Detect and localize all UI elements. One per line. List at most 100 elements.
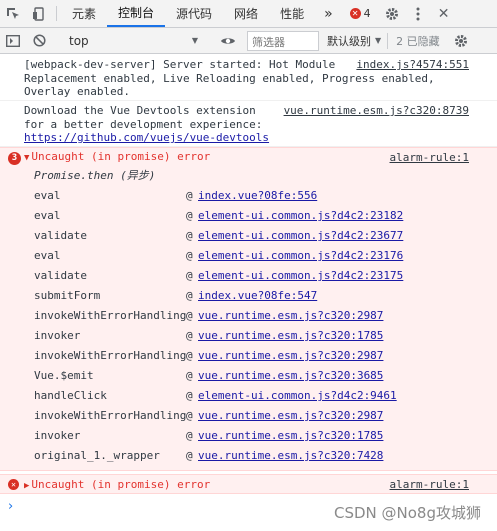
stack-frame: original_1._wrapper @ vue.runtime.esm.js?c… [24, 446, 469, 466]
error-source-link[interactable]: alarm-rule:1 [390, 478, 469, 492]
error-title: Uncaught (in promise) error [31, 478, 211, 491]
at-sign: @ [186, 209, 193, 223]
stack-frame-function: submitForm [34, 289, 101, 303]
stack-frame-function: original_1._wrapper [34, 449, 160, 463]
error-icon: ✕ [8, 479, 19, 490]
stack-frame-location-link[interactable]: element-ui.common.js?d4c2:9461 [198, 389, 397, 403]
stack-frame-location-link[interactable]: vue.runtime.esm.js?c320:1785 [198, 429, 383, 443]
devtools-tab-bar: 元素 控制台 源代码 网络 性能 » ✕ 4 ✕ [0, 0, 497, 28]
stack-frame: invokeWithErrorHandling @ vue.runtime.esm.… [24, 306, 469, 326]
stack-frame: Vue.$emit @ vue.runtime.esm.js?c320:3685 [24, 366, 469, 386]
tab-performance[interactable]: 性能 [269, 0, 315, 27]
stack-frame: handleClick @ element-ui.common.js?d4c2:94… [24, 386, 469, 406]
at-sign: @ [186, 349, 193, 363]
stack-frame-function: validate [34, 269, 87, 283]
sidebar-toggle-icon[interactable] [0, 34, 26, 47]
stack-frame: validate @ element-ui.common.js?d4c2:23175 [24, 266, 469, 286]
log-level-dropdown[interactable]: 默认级别 ▼ [319, 33, 387, 49]
at-sign: @ [186, 249, 193, 263]
error-title: Uncaught (in promise) error [31, 150, 211, 163]
at-sign: @ [186, 289, 193, 303]
tab-elements[interactable]: 元素 [61, 0, 107, 27]
log-source-link[interactable]: vue.runtime.esm.js?c320:8739 [284, 104, 469, 118]
collapse-triangle-icon[interactable]: ▶ [24, 481, 29, 491]
stack-frame-location-link[interactable]: vue.runtime.esm.js?c320:7428 [198, 449, 383, 463]
log-source-link[interactable]: index.js?4574:551 [356, 58, 469, 72]
at-sign: @ [186, 229, 193, 243]
stack-frame: validate @ element-ui.common.js?d4c2:23677 [24, 226, 469, 246]
at-sign: @ [186, 449, 193, 463]
stack-frame: eval @ element-ui.common.js?d4c2:23182 [24, 206, 469, 226]
stack-frame-location-link[interactable]: vue.runtime.esm.js?c320:2987 [198, 409, 383, 423]
settings-gear-icon[interactable] [379, 0, 405, 27]
log-level-label: 默认级别 [327, 34, 371, 48]
at-sign: @ [186, 409, 193, 423]
at-sign: @ [186, 389, 193, 403]
context-selector[interactable]: top ▼ [61, 30, 206, 52]
hidden-messages-count: 2 已隐藏 [387, 32, 448, 49]
at-sign: @ [186, 329, 193, 343]
console-output: [webpack-dev-server] Server started: Hot… [0, 55, 497, 494]
error-count-badge[interactable]: ✕ 4 [342, 0, 379, 27]
stack-frame-location-link[interactable]: element-ui.common.js?d4c2:23176 [198, 249, 403, 263]
stack-frame: invokeWithErrorHandling @ vue.runtime.esm.… [24, 346, 469, 366]
stack-frame-function: validate [34, 229, 87, 243]
stack-frame-function: Vue.$emit [34, 369, 94, 383]
stack-frame-location-link[interactable]: vue.runtime.esm.js?c320:1785 [198, 329, 383, 343]
log-message: Download the Vue Devtools extension for … [0, 101, 497, 147]
stack-frame-location-link[interactable]: vue.runtime.esm.js?c320:2987 [198, 349, 383, 363]
at-sign: @ [186, 309, 193, 323]
stack-frame-function: invoker [34, 329, 81, 343]
filter-input[interactable]: 筛选器 [247, 30, 319, 51]
console-prompt-chevron-icon[interactable]: › [8, 499, 13, 514]
expand-triangle-icon[interactable]: ▼ [24, 153, 29, 163]
stack-frame-function: eval [34, 209, 61, 223]
async-boundary-label: Promise.then (异步) [34, 169, 156, 182]
more-tabs-icon[interactable]: » [315, 0, 342, 27]
stack-frame-function: invokeWithErrorHandling [34, 349, 187, 363]
tab-console[interactable]: 控制台 [107, 0, 166, 27]
inspect-element-icon[interactable] [0, 0, 26, 27]
tab-sources[interactable]: 源代码 [165, 0, 223, 27]
stack-frame: eval @ element-ui.common.js?d4c2:23176 [24, 246, 469, 266]
repeat-count-badge: 3 [8, 152, 21, 165]
error-message-expanded: 3 ▼ Uncaught (in promise) error alarm-rul… [0, 147, 497, 471]
close-devtools-icon[interactable]: ✕ [431, 0, 457, 27]
stack-frame: invoker @ vue.runtime.esm.js?c320:1785 [24, 326, 469, 346]
stack-frame-location-link[interactable]: vue.runtime.esm.js?c320:3685 [198, 369, 383, 383]
divider [56, 6, 57, 21]
stack-frame: invokeWithErrorHandling @ vue.runtime.esm.… [24, 406, 469, 426]
live-expression-eye-icon[interactable] [215, 36, 241, 46]
error-count: 4 [363, 7, 371, 20]
at-sign: @ [186, 269, 193, 283]
stack-frame-function: invokeWithErrorHandling [34, 309, 187, 323]
error-icon: ✕ [349, 8, 361, 19]
stack-frame-location-link[interactable]: element-ui.common.js?d4c2:23677 [198, 229, 403, 243]
tab-network[interactable]: 网络 [223, 0, 269, 27]
stack-frame-location-link[interactable]: index.vue?08fe:547 [198, 289, 317, 303]
stack-frame-location-link[interactable]: element-ui.common.js?d4c2:23182 [198, 209, 403, 223]
stack-frame-function: eval [34, 189, 61, 203]
at-sign: @ [186, 189, 193, 203]
kebab-menu-icon[interactable] [405, 0, 431, 27]
devtools-link[interactable]: https://github.com/vuejs/vue-devtools [24, 131, 269, 144]
chevron-down-icon: ▼ [375, 36, 382, 45]
chevron-down-icon: ▼ [191, 36, 198, 45]
console-toolbar: top ▼ 筛选器 默认级别 ▼ 2 已隐藏 [0, 28, 497, 54]
stack-frame: invoker @ vue.runtime.esm.js?c320:1785 [24, 426, 469, 446]
stack-frame-location-link[interactable]: index.vue?08fe:556 [198, 189, 317, 203]
stack-frame-function: handleClick [34, 389, 107, 403]
console-settings-gear-icon[interactable] [448, 34, 474, 48]
clear-console-icon[interactable] [26, 34, 52, 47]
stack-frame: eval @ index.vue?08fe:556 [24, 186, 469, 206]
stack-trace: eval @ index.vue?08fe:556 eval @ element-ui.c… [24, 186, 469, 466]
stack-frame-location-link[interactable]: element-ui.common.js?d4c2:23175 [198, 269, 403, 283]
watermark: CSDN @No8g攻城狮 [334, 504, 481, 522]
stack-frame-function: invokeWithErrorHandling [34, 409, 187, 423]
error-source-link[interactable]: alarm-rule:1 [390, 151, 469, 165]
at-sign: @ [186, 429, 193, 443]
error-message-collapsed: ✕ ▶ Uncaught (in promise) error alarm-rul… [0, 474, 497, 494]
stack-frame-location-link[interactable]: vue.runtime.esm.js?c320:2987 [198, 309, 383, 323]
device-toolbar-icon[interactable] [26, 0, 52, 27]
stack-frame-function: invoker [34, 429, 81, 443]
